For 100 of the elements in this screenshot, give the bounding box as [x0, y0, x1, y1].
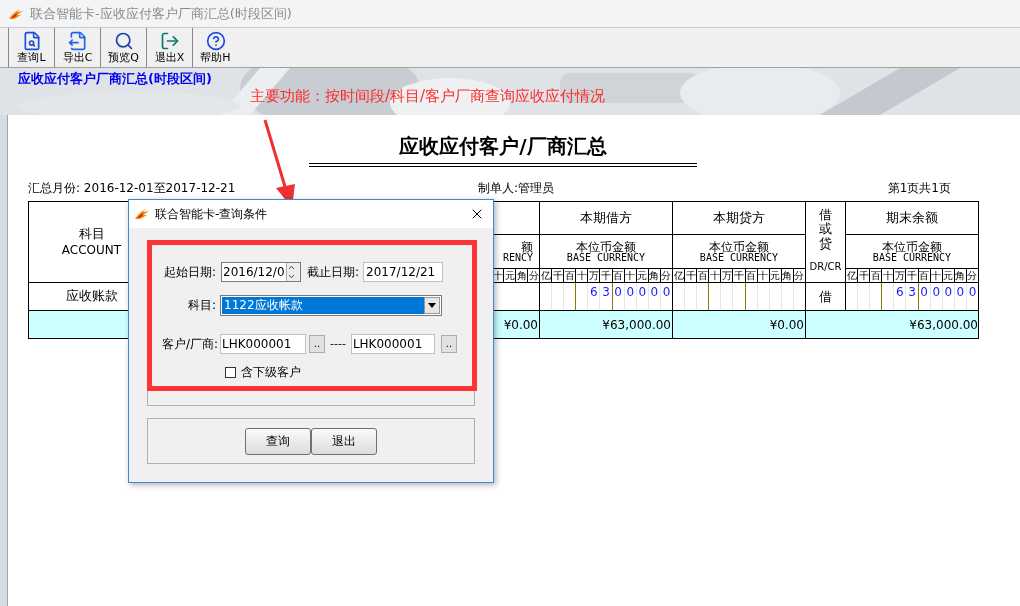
digit-label: 元 — [942, 269, 955, 282]
total-amount: ¥63,000.00 — [909, 316, 978, 334]
total-amount: ¥0.00 — [503, 316, 538, 334]
field-label: 截止日期: — [307, 264, 360, 281]
checkbox[interactable] — [225, 366, 236, 378]
amount-digit: 0 — [626, 285, 634, 301]
checkbox-label: 含下级客户 — [241, 364, 301, 381]
digit-label: 万 — [588, 269, 601, 282]
toolbar-button[interactable]: 导出C — [54, 28, 100, 67]
column-subheading: 本位币金额 — [576, 240, 636, 253]
digit-label: 十 — [757, 269, 770, 282]
digit-label: 十 — [576, 269, 589, 282]
report-title: 应收应付客户/厂商汇总 — [309, 131, 697, 167]
column-heading: 科目 — [78, 226, 105, 242]
maker-text: 制单人:管理员 — [478, 180, 556, 197]
page-text: 第1页共1页 — [887, 180, 951, 197]
browse-button[interactable]: .. — [440, 335, 457, 353]
party-from-field[interactable]: LHK000001 — [220, 334, 306, 354]
amount-digit: 6 — [590, 285, 598, 301]
party-to-field[interactable]: LHK000001 — [350, 334, 435, 354]
total-amount: ¥0.00 — [769, 316, 804, 334]
digit-label: 角 — [515, 269, 527, 282]
amount-digit: 0 — [932, 285, 940, 301]
digit-label: 亿 — [673, 269, 686, 282]
digit-label: 元 — [503, 269, 515, 282]
digit-label: 元 — [636, 269, 649, 282]
amount-digit: 0 — [650, 285, 659, 301]
toolbar-button[interactable]: 预览Q — [100, 28, 146, 67]
digit-label: 千 — [552, 269, 565, 282]
column-subheading-en: RENCY — [502, 252, 533, 263]
range-dash: ---- — [330, 335, 346, 352]
digit-label: 分 — [793, 269, 806, 282]
column-subheading: DR/CR — [809, 259, 842, 274]
banner-title: 应收应付客户厂商汇总(时段区间) — [18, 70, 212, 88]
amount-digit: 6 — [896, 285, 904, 301]
amount-digit: 0 — [944, 285, 953, 301]
digit-label: 十 — [709, 269, 722, 282]
digit-label: 万 — [894, 269, 907, 282]
column-heading: 本期借方 — [580, 209, 632, 228]
column-subheading-en: BASE CURRENCY — [566, 252, 646, 263]
digit-label: 角 — [954, 269, 967, 282]
window-title: 联合智能卡-应收应付客户厂商汇总(时段区间) — [30, 4, 292, 23]
digit-label: 千 — [906, 269, 919, 282]
table-cell-text: 借 — [819, 287, 832, 306]
amount-digit: 3 — [908, 285, 916, 301]
end-date-field[interactable]: 2017/12/21 — [363, 262, 444, 282]
up-icon — [287, 263, 296, 272]
total-amount: ¥63,000.00 — [602, 316, 671, 334]
amount-digit: 0 — [956, 285, 965, 301]
digit-label: 万 — [721, 269, 734, 282]
digit-label: 百 — [697, 269, 710, 282]
account-dropdown[interactable]: 1122应收帐款 — [220, 294, 442, 316]
column-heading: 借或贷 — [819, 208, 832, 251]
digit-label: 百 — [564, 269, 577, 282]
digit-label: 千 — [685, 269, 698, 282]
amount-digit: 0 — [662, 285, 671, 301]
help-icon — [205, 31, 226, 51]
digit-label: 百 — [918, 269, 931, 282]
column-subheading: ACCOUNT — [61, 242, 122, 258]
digit-label: 十 — [624, 269, 637, 282]
digit-label: 十 — [930, 269, 943, 282]
column-subheading: 本位币金额 — [709, 240, 769, 253]
toolbar-button[interactable]: 查询L — [8, 28, 54, 67]
digit-label: 千 — [858, 269, 871, 282]
column-subheading: 本位币金额 — [882, 240, 942, 253]
annotation-text: 主要功能：按时间段/科目/客户厂商查询应收应付情况 — [250, 86, 606, 107]
spin-buttons[interactable] — [286, 263, 300, 281]
amount-digit: 0 — [920, 285, 928, 301]
digit-label: 分 — [527, 269, 539, 282]
digit-label: 角 — [648, 269, 661, 282]
dialog-button[interactable]: 查询 — [245, 427, 311, 455]
digit-label: 分 — [660, 269, 673, 282]
digit-label: 十 — [882, 269, 895, 282]
digit-label: 千 — [733, 269, 746, 282]
digit-label: 分 — [966, 269, 979, 282]
door-exit-icon — [159, 31, 180, 51]
amount-digit: 3 — [602, 285, 610, 301]
digit-label: 元 — [769, 269, 782, 282]
toolbar-button[interactable]: 退出X — [146, 28, 192, 67]
digit-label: 亿 — [540, 269, 553, 282]
down-icon — [287, 272, 296, 281]
toolbar-button[interactable]: 帮助H — [192, 28, 238, 67]
column-heading: 期末余额 — [886, 209, 938, 228]
column-subheading: 额 — [521, 240, 533, 253]
digit-label: 百 — [745, 269, 758, 282]
column-heading: 本期贷方 — [713, 209, 765, 228]
field-label: 客户/厂商: — [160, 336, 218, 353]
amount-digit: 0 — [614, 285, 622, 301]
browse-button[interactable]: .. — [309, 335, 325, 353]
digit-label: 百 — [612, 269, 625, 282]
start-date-field[interactable]: 2016/12/0 — [221, 262, 301, 282]
search-icon — [113, 31, 134, 51]
field-label: 起始日期: — [162, 264, 216, 281]
file-export-icon — [67, 31, 88, 51]
dialog-title: 联合智能卡-查询条件 — [155, 206, 269, 223]
column-subheading-en: BASE CURRENCY — [872, 252, 952, 263]
digit-label: 亿 — [846, 269, 859, 282]
dialog-button[interactable]: 退出 — [311, 427, 377, 455]
digit-label: 百 — [870, 269, 883, 282]
amount-digit: 0 — [638, 285, 647, 301]
